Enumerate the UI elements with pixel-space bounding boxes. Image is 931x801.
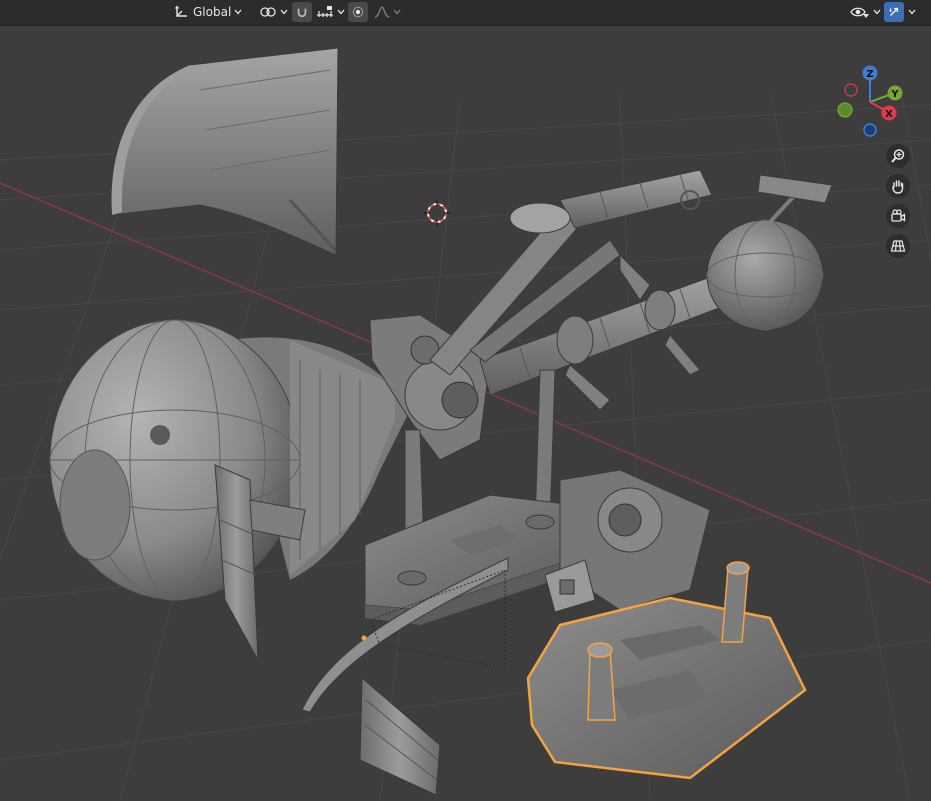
eye-icon	[850, 7, 869, 18]
pivot-link-icon	[260, 7, 276, 17]
proportional-falloff-dropdown[interactable]	[370, 2, 405, 22]
neg-y-axis-handle	[837, 102, 853, 118]
chevron-down-icon	[234, 9, 242, 15]
snap-target-dropdown[interactable]	[312, 2, 349, 22]
gizmo-arrows-icon	[889, 7, 899, 16]
gizmo-dropdown[interactable]	[905, 2, 919, 22]
neg-x-axis-handle	[844, 83, 858, 97]
gizmo-toggle[interactable]	[884, 2, 904, 22]
x-axis-label: X	[885, 109, 893, 120]
chevron-down-icon	[873, 9, 881, 15]
proportional-editing-toggle[interactable]	[348, 2, 368, 22]
camera-view-button[interactable]	[886, 204, 910, 228]
axis-orientation-icon	[175, 5, 187, 17]
transform-orientation-dropdown[interactable]: Global	[170, 2, 246, 22]
navigation-gizmo[interactable]: Z Y X	[828, 60, 912, 144]
chevron-down-icon	[908, 9, 916, 15]
engine-module	[544, 469, 711, 613]
zoom-icon	[891, 149, 905, 163]
small-sphere-pod	[706, 174, 833, 331]
chevron-down-icon	[280, 9, 288, 15]
magnet-icon	[297, 8, 307, 18]
pivot-point-dropdown[interactable]	[255, 2, 292, 22]
snap-toggle[interactable]	[292, 2, 312, 22]
transform-orientation-label: Global	[193, 5, 232, 19]
3d-viewport[interactable]: Global Z Y X	[0, 0, 931, 801]
hand-pan-icon	[892, 180, 904, 194]
upper-cannon	[509, 169, 713, 234]
snap-increment-icon	[317, 6, 333, 17]
grid-perspective-icon	[890, 240, 906, 252]
camera-icon	[891, 209, 906, 222]
visibility-dropdown[interactable]	[846, 2, 885, 22]
pan-button[interactable]	[886, 174, 910, 198]
chevron-down-icon	[337, 9, 345, 15]
viewport-header: Global	[0, 0, 931, 26]
scene-canvas[interactable]	[0, 0, 931, 801]
chevron-down-icon	[393, 9, 401, 15]
z-axis-label: Z	[866, 69, 873, 80]
proportional-edit-icon	[352, 6, 364, 18]
neg-z-axis-handle	[863, 123, 877, 137]
wing-panel-top	[111, 47, 339, 256]
projection-toggle-button[interactable]	[886, 234, 910, 258]
y-axis-label: Y	[890, 89, 899, 100]
zoom-button[interactable]	[886, 144, 910, 168]
stand-base	[364, 494, 576, 625]
fin-bottom	[359, 676, 441, 796]
falloff-curve-icon	[374, 6, 390, 18]
